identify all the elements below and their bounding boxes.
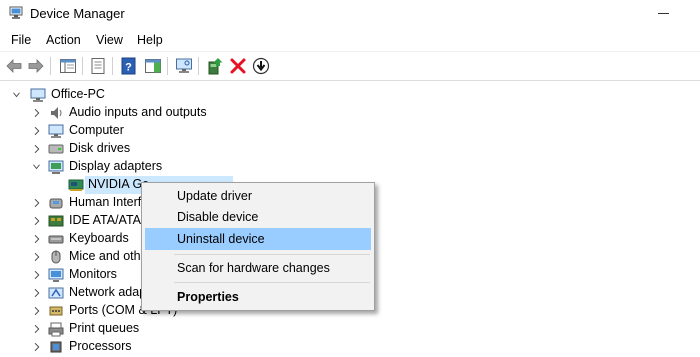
network-adapter-icon [48,287,64,299]
chevron-right-icon [34,306,40,316]
tree-node-label: Monitors [69,267,117,281]
toolbar-separator [50,57,51,75]
chevron-right-icon [34,288,40,298]
title-bar: Device Manager [0,0,700,28]
toolbar: ? [0,51,700,81]
tree-category-node[interactable]: Processors [0,338,700,356]
tree-root-label: Office-PC [51,87,105,101]
menu-item-label: Disable device [177,210,259,224]
menu-item-label: Scan for hardware changes [177,261,330,275]
device-manager-app-icon [9,6,23,19]
monitor-scan-icon[interactable] [175,57,193,75]
chevron-right-icon [34,342,40,352]
menu-properties[interactable]: Properties [145,286,371,308]
download-circle-icon[interactable] [252,57,270,75]
help-icon[interactable]: ? [120,57,138,75]
svg-text:?: ? [125,62,132,74]
tree-category-node[interactable]: Print queues [0,320,700,338]
menu-update-driver[interactable]: Update driver [145,185,371,207]
tree-node-label: IDE ATA/ATAP [69,213,150,227]
window-title: Device Manager [30,6,125,21]
hid-icon [49,198,63,209]
chevron-right-icon [34,144,40,154]
chevron-right-icon [34,108,40,118]
back-arrow-icon[interactable] [5,57,23,75]
tree-node-label: Mice and othe [69,249,148,263]
chevron-right-icon [34,234,40,244]
menu-view[interactable]: View [95,33,124,47]
show-hide-tree-icon[interactable] [59,57,77,75]
tree-root-node[interactable]: Office-PC [0,86,700,104]
properties-icon[interactable] [89,57,107,75]
tree-node-label: Display adapters [69,159,163,173]
port-icon [49,306,63,316]
menu-file[interactable]: File [10,33,32,47]
menu-disable-device[interactable]: Disable device [145,206,371,228]
monitor-icon [48,268,64,282]
display-adapter-icon [48,160,64,174]
tree-node-label: Network adap [69,285,147,299]
context-menu: Update driver Disable device Uninstall d… [141,182,375,311]
tree-category-node[interactable]: Computer [0,122,700,140]
tree-node-label: NVIDIA Ge [88,177,150,191]
menu-item-label: Properties [177,290,239,304]
chevron-right-icon [34,126,40,136]
tree-node-label: Processors [69,339,132,353]
tree-node-label: Keyboards [69,231,129,245]
tree-node-label: Human Interf [69,195,142,209]
graphics-card-icon [68,179,84,191]
menu-item-label: Update driver [177,189,253,203]
menu-help[interactable]: Help [136,33,164,47]
menu-separator [174,282,370,283]
menu-uninstall-device[interactable]: Uninstall device [145,228,371,250]
computer-icon [48,124,64,138]
menu-bar: File Action View Help [0,30,700,50]
tree-category-node[interactable]: Disk drives [0,140,700,158]
tree-category-node[interactable]: Audio inputs and outputs [0,104,700,122]
mouse-icon [51,250,61,264]
disk-drive-icon [48,144,64,154]
menu-item-label: Uninstall device [177,232,265,246]
chevron-down-icon [33,164,40,170]
speaker-icon [51,107,62,119]
chevron-right-icon [34,198,40,208]
keyboard-icon [48,235,64,244]
chevron-right-icon [34,270,40,280]
update-driver-icon[interactable] [206,57,224,75]
chevron-right-icon [34,216,40,226]
chevron-down-icon [13,92,20,98]
tree-node-label: Print queues [69,321,140,335]
menu-separator [174,254,370,255]
tree-category-node[interactable]: Display adapters [0,158,700,176]
action-pane-icon[interactable] [144,57,162,75]
tree-node-label: Disk drives [69,141,131,155]
printer-icon [48,322,64,337]
processor-icon [50,341,62,353]
minimize-button[interactable] [658,13,669,14]
toolbar-separator [112,57,113,75]
toolbar-separator [167,57,168,75]
forward-arrow-icon[interactable] [27,57,45,75]
menu-scan-hardware[interactable]: Scan for hardware changes [145,257,371,279]
toolbar-separator [82,57,83,75]
menu-action[interactable]: Action [45,33,82,47]
uninstall-x-icon[interactable] [229,57,247,75]
tree-node-label: Computer [69,123,124,137]
chevron-right-icon [34,324,40,334]
computer-icon [30,88,46,102]
tree-node-label: Audio inputs and outputs [69,105,207,119]
toolbar-separator [198,57,199,75]
chevron-right-icon [34,252,40,262]
ide-controller-icon [48,215,64,227]
